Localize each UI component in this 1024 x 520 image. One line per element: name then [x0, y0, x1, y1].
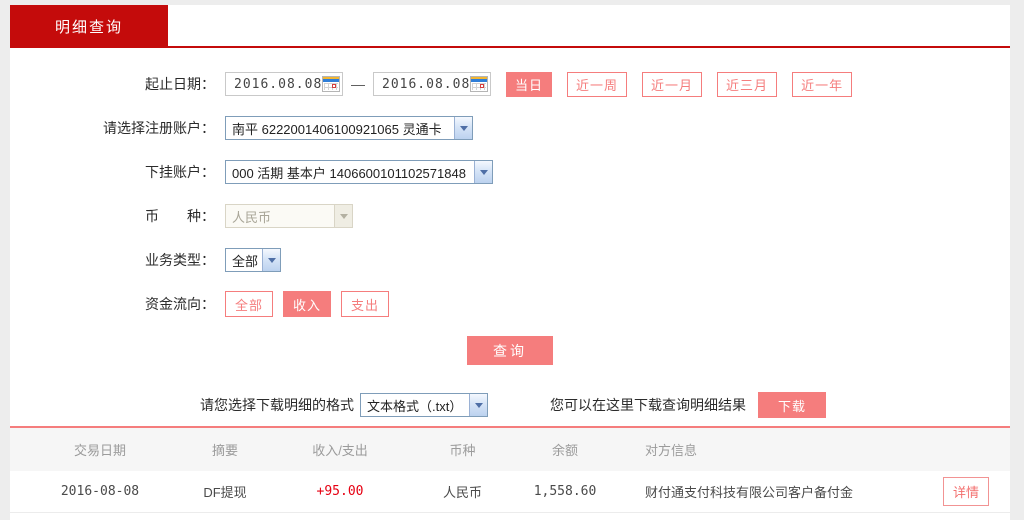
- start-date-input[interactable]: 2016.08.08: [225, 72, 343, 96]
- currency-row: 币 种： 人民币: [10, 194, 1010, 238]
- start-date-value: 2016.08.08: [234, 77, 322, 92]
- calendar-icon[interactable]: [470, 76, 488, 92]
- fund-flow-all-button[interactable]: 全部: [225, 291, 273, 317]
- download-hint: 您可以在这里下载查询明细结果: [550, 395, 746, 415]
- cell-summary: DF提现: [190, 482, 260, 501]
- chevron-down-icon: [454, 117, 472, 139]
- header-date: 交易日期: [10, 440, 190, 459]
- query-form: 起止日期： 2016.08.08 — 2016.08.08 当日 近一周: [10, 48, 1010, 420]
- date-separator: —: [351, 76, 365, 92]
- quick-range-year-button[interactable]: 近一年: [792, 72, 852, 97]
- chevron-down-icon: [334, 205, 352, 227]
- header-balance: 余额: [505, 440, 625, 459]
- sub-account-label: 下挂账户：: [10, 162, 215, 182]
- fund-flow-income-button[interactable]: 收入: [283, 291, 331, 317]
- register-account-row: 请选择注册账户： 南平 6222001406100921065 灵通卡: [10, 106, 1010, 150]
- end-date-value: 2016.08.08: [382, 77, 470, 92]
- main-panel: 明细查询 起止日期： 2016.08.08 — 2016.08.08: [10, 5, 1010, 520]
- fund-flow-expense-button[interactable]: 支出: [341, 291, 389, 317]
- quick-range-3months-button[interactable]: 近三月: [717, 72, 777, 97]
- register-account-label: 请选择注册账户：: [10, 118, 215, 138]
- register-account-select[interactable]: 南平 6222001406100921065 灵通卡: [225, 116, 473, 140]
- query-button-row: 查询: [10, 336, 1010, 365]
- sub-account-select[interactable]: 000 活期 基本户 1406600101102571848: [225, 160, 493, 184]
- calendar-icon[interactable]: [322, 76, 340, 92]
- chevron-down-icon: [474, 161, 492, 183]
- chevron-down-icon: [262, 249, 280, 271]
- header-amount: 收入/支出: [260, 440, 420, 459]
- query-button[interactable]: 查询: [467, 336, 553, 365]
- quick-range-week-button[interactable]: 近一周: [567, 72, 627, 97]
- detail-button[interactable]: 详情: [943, 477, 989, 506]
- cell-date: 2016-08-08: [10, 484, 190, 499]
- chevron-down-icon: [469, 394, 487, 416]
- currency-label: 币 种：: [10, 206, 215, 226]
- biz-type-value: 全部: [226, 251, 262, 270]
- biz-type-select[interactable]: 全部: [225, 248, 281, 272]
- biz-type-row: 业务类型： 全部: [10, 238, 1010, 282]
- tab-bar: 明细查询: [10, 5, 1010, 48]
- download-format-value: 文本格式（.txt）: [361, 396, 469, 415]
- currency-value: 人民币: [226, 207, 334, 226]
- cell-balance: 1,558.60: [505, 484, 625, 499]
- date-range-row: 起止日期： 2016.08.08 — 2016.08.08 当日 近一周: [10, 62, 1010, 106]
- tab-detail-query[interactable]: 明细查询: [10, 5, 168, 48]
- header-summary: 摘要: [190, 440, 260, 459]
- biz-type-label: 业务类型：: [10, 250, 215, 270]
- sub-account-value: 000 活期 基本户 1406600101102571848: [226, 163, 474, 182]
- table-header: 交易日期 摘要 收入/支出 币种 余额 对方信息: [10, 428, 1010, 471]
- sub-account-row: 下挂账户： 000 活期 基本户 1406600101102571848: [10, 150, 1010, 194]
- cell-currency: 人民币: [420, 482, 505, 501]
- quick-range-month-button[interactable]: 近一月: [642, 72, 702, 97]
- download-row: 请您选择下载明细的格式 文本格式（.txt） 您可以在这里下载查询明细结果 下载: [10, 390, 1010, 420]
- end-date-input[interactable]: 2016.08.08: [373, 72, 491, 96]
- download-button[interactable]: 下载: [758, 392, 826, 418]
- fund-flow-row: 资金流向： 全部 收入 支出: [10, 282, 1010, 326]
- quick-range-today-button[interactable]: 当日: [506, 72, 552, 97]
- cell-counterparty: 财付通支付科技有限公司客户备付金: [625, 482, 925, 501]
- currency-select: 人民币: [225, 204, 353, 228]
- download-format-label: 请您选择下载明细的格式: [200, 395, 354, 415]
- header-counterparty: 对方信息: [625, 440, 925, 459]
- date-range-label: 起止日期：: [10, 74, 215, 94]
- fund-flow-label: 资金流向：: [10, 294, 215, 314]
- download-format-select[interactable]: 文本格式（.txt）: [360, 393, 488, 417]
- header-currency: 币种: [420, 440, 505, 459]
- register-account-value: 南平 6222001406100921065 灵通卡: [226, 119, 454, 138]
- table-row: 2016-08-08 DF提现 +95.00 人民币 1,558.60 财付通支…: [10, 471, 1010, 513]
- cell-amount: +95.00: [260, 484, 420, 499]
